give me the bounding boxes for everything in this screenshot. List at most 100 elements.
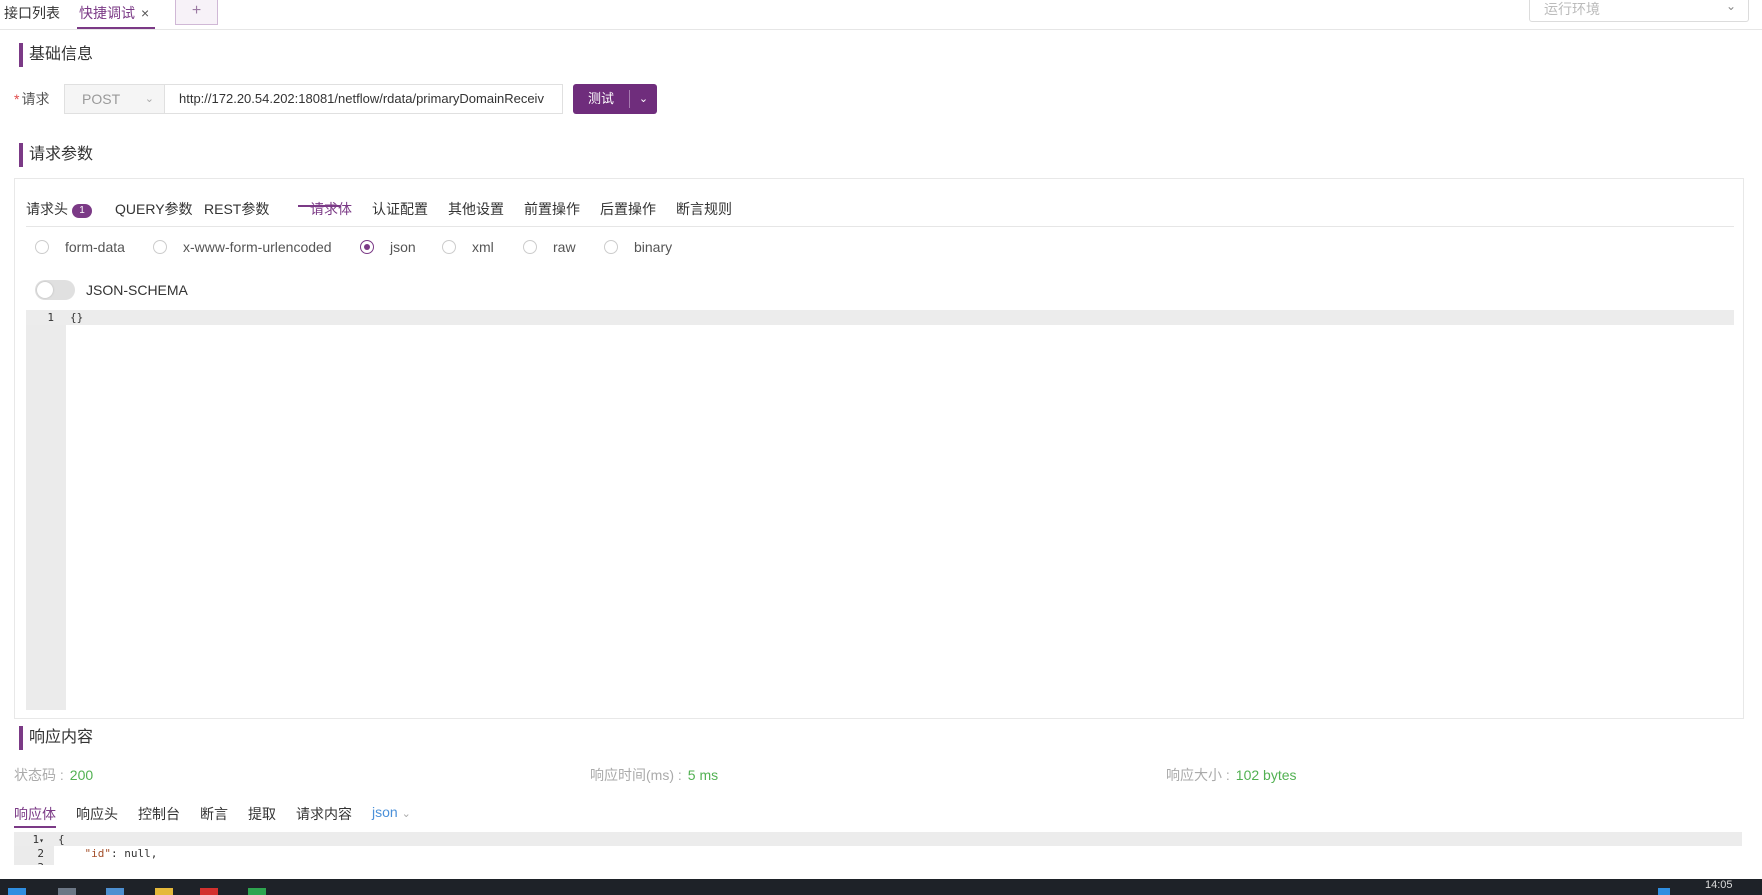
radio-circle-icon bbox=[35, 240, 49, 254]
active-line-highlight bbox=[26, 310, 1734, 325]
tab-request-headers-label: 请求头 bbox=[26, 201, 68, 217]
status-code-label: 状态码 : bbox=[14, 767, 64, 783]
clock: 14:05 bbox=[1705, 879, 1733, 891]
line-number: 2 bbox=[37, 847, 44, 860]
tab-post-actions[interactable]: 后置操作 bbox=[600, 199, 656, 219]
tab-quick-debug-label: 快捷调试 bbox=[79, 5, 135, 21]
radio-label: xml bbox=[472, 239, 494, 255]
tab-response-headers[interactable]: 响应头 bbox=[76, 804, 118, 824]
tab-assertion-rules[interactable]: 断言规则 bbox=[676, 199, 732, 219]
tab-auth-config[interactable]: 认证配置 bbox=[372, 199, 428, 219]
url-input[interactable]: http://172.20.54.202:18081/netflow/rdata… bbox=[164, 84, 563, 114]
os-taskbar: 14:05 bbox=[0, 879, 1762, 895]
tab-request-body[interactable]: 请求体 bbox=[310, 199, 352, 219]
section-title-request-params: 请求参数 bbox=[19, 143, 93, 167]
method-select[interactable]: POST ⌄ bbox=[64, 84, 165, 114]
code-line: {} bbox=[70, 311, 84, 324]
tab-extract[interactable]: 提取 bbox=[248, 804, 276, 824]
radio-label: form-data bbox=[65, 239, 125, 255]
app-icon[interactable] bbox=[200, 888, 218, 895]
json-schema-label: JSON-SCHEMA bbox=[86, 282, 188, 298]
tab-rest-params[interactable]: REST参数 bbox=[204, 199, 269, 219]
request-label-text: 请求 bbox=[21, 91, 50, 107]
code-line: { bbox=[58, 833, 65, 846]
environment-select[interactable]: 运行环境 ⌄ bbox=[1529, 0, 1749, 22]
header-count-badge: 1 bbox=[72, 204, 92, 218]
line-number: 1▾ bbox=[16, 833, 44, 846]
browser-icon[interactable] bbox=[106, 888, 124, 895]
section-title-response: 响应内容 bbox=[19, 726, 93, 750]
param-tabs: 请求头 1 QUERY参数 REST参数 请求体 认证配置 其他设置 前置操作 后… bbox=[26, 199, 1734, 227]
response-size-info: 响应大小 : 102 bytes bbox=[1166, 765, 1297, 785]
test-button-group: 测试 ⌄ bbox=[573, 84, 657, 114]
active-line-highlight bbox=[14, 832, 1742, 846]
status-code-info: 状态码 : 200 bbox=[14, 765, 93, 785]
folder-icon[interactable] bbox=[155, 888, 173, 895]
close-icon[interactable]: × bbox=[141, 5, 149, 21]
json-schema-toggle[interactable] bbox=[35, 280, 75, 300]
radio-circle-icon bbox=[153, 240, 167, 254]
tab-pre-actions[interactable]: 前置操作 bbox=[524, 199, 580, 219]
chevron-down-icon: ⌄ bbox=[638, 93, 649, 105]
add-tab-button[interactable]: + bbox=[175, 0, 218, 25]
radio-label: json bbox=[390, 239, 416, 255]
radio-circle-icon bbox=[604, 240, 618, 254]
json-value: : null, bbox=[111, 847, 158, 860]
response-time-value: 5 ms bbox=[687, 767, 719, 783]
radio-json[interactable]: json bbox=[360, 239, 416, 255]
response-format-value: json bbox=[372, 804, 398, 820]
radio-circle-icon bbox=[523, 240, 537, 254]
chat-icon[interactable] bbox=[248, 888, 266, 895]
tab-quick-debug[interactable]: 快捷调试 × bbox=[79, 3, 149, 23]
code-line: "id": null, bbox=[58, 847, 158, 860]
start-icon[interactable] bbox=[8, 888, 26, 895]
active-tab-indicator bbox=[77, 27, 155, 29]
explorer-icon[interactable] bbox=[58, 888, 76, 895]
tab-request-content[interactable]: 请求内容 bbox=[296, 804, 352, 824]
tab-console[interactable]: 控制台 bbox=[138, 804, 180, 824]
status-code-value: 200 bbox=[69, 767, 94, 783]
radio-binary[interactable]: binary bbox=[604, 239, 672, 255]
radio-checked-icon bbox=[360, 240, 374, 254]
response-body-editor[interactable]: 1▾ { 2 "id": null, 3 bbox=[14, 832, 1742, 865]
tab-response-body[interactable]: 响应体 bbox=[14, 804, 56, 824]
fold-arrow-icon[interactable]: ▾ bbox=[39, 836, 44, 845]
tab-query-params[interactable]: QUERY参数 bbox=[115, 199, 193, 219]
radio-label: raw bbox=[553, 239, 576, 255]
test-button[interactable]: 测试 bbox=[573, 84, 629, 114]
tab-api-list[interactable]: 接口列表 bbox=[4, 3, 60, 23]
test-dropdown-button[interactable]: ⌄ bbox=[630, 84, 657, 114]
response-format-select[interactable]: json ⌄ bbox=[372, 804, 411, 820]
response-time-label: 响应时间(ms) : bbox=[590, 767, 682, 783]
radio-raw[interactable]: raw bbox=[523, 239, 576, 255]
toggle-knob bbox=[37, 282, 53, 298]
quick-debug-page: 接口列表 快捷调试 × + 运行环境 ⌄ 基础信息 * 请求 POST ⌄ http… bbox=[0, 0, 1762, 895]
method-value: POST bbox=[82, 91, 121, 107]
request-body-editor[interactable]: 1 {} bbox=[26, 310, 1734, 710]
radio-xml[interactable]: xml bbox=[442, 239, 494, 255]
radio-x-www-form-urlencoded[interactable]: x-www-form-urlencoded bbox=[153, 239, 332, 255]
active-response-tab-indicator bbox=[14, 826, 56, 828]
response-size-value: 102 bytes bbox=[1235, 767, 1297, 783]
tab-request-headers[interactable]: 请求头 1 bbox=[26, 199, 92, 219]
response-time-info: 响应时间(ms) : 5 ms bbox=[590, 765, 718, 785]
request-params-panel: 请求头 1 QUERY参数 REST参数 请求体 认证配置 其他设置 前置操作 后… bbox=[14, 178, 1744, 719]
radio-label: x-www-form-urlencoded bbox=[183, 239, 332, 255]
request-label: * 请求 bbox=[14, 89, 49, 109]
tray-icon[interactable] bbox=[1658, 888, 1670, 895]
line-number: 3 bbox=[16, 861, 44, 865]
active-param-tab-indicator bbox=[298, 205, 340, 207]
radio-label: binary bbox=[634, 239, 673, 255]
radio-form-data[interactable]: form-data bbox=[35, 239, 125, 255]
environment-select-placeholder: 运行环境 bbox=[1544, 1, 1600, 17]
required-mark: * bbox=[14, 91, 20, 107]
radio-circle-icon bbox=[442, 240, 456, 254]
editor-gutter bbox=[26, 310, 66, 710]
tab-other-settings[interactable]: 其他设置 bbox=[448, 199, 504, 219]
line-number: 1 bbox=[47, 311, 54, 324]
json-key: "id" bbox=[84, 847, 112, 860]
top-tab-bar: 接口列表 快捷调试 × + 运行环境 ⌄ bbox=[0, 0, 1762, 30]
tab-assertions[interactable]: 断言 bbox=[200, 804, 228, 824]
section-title-basic-info: 基础信息 bbox=[19, 43, 93, 67]
chevron-down-icon: ⌄ bbox=[144, 93, 154, 105]
